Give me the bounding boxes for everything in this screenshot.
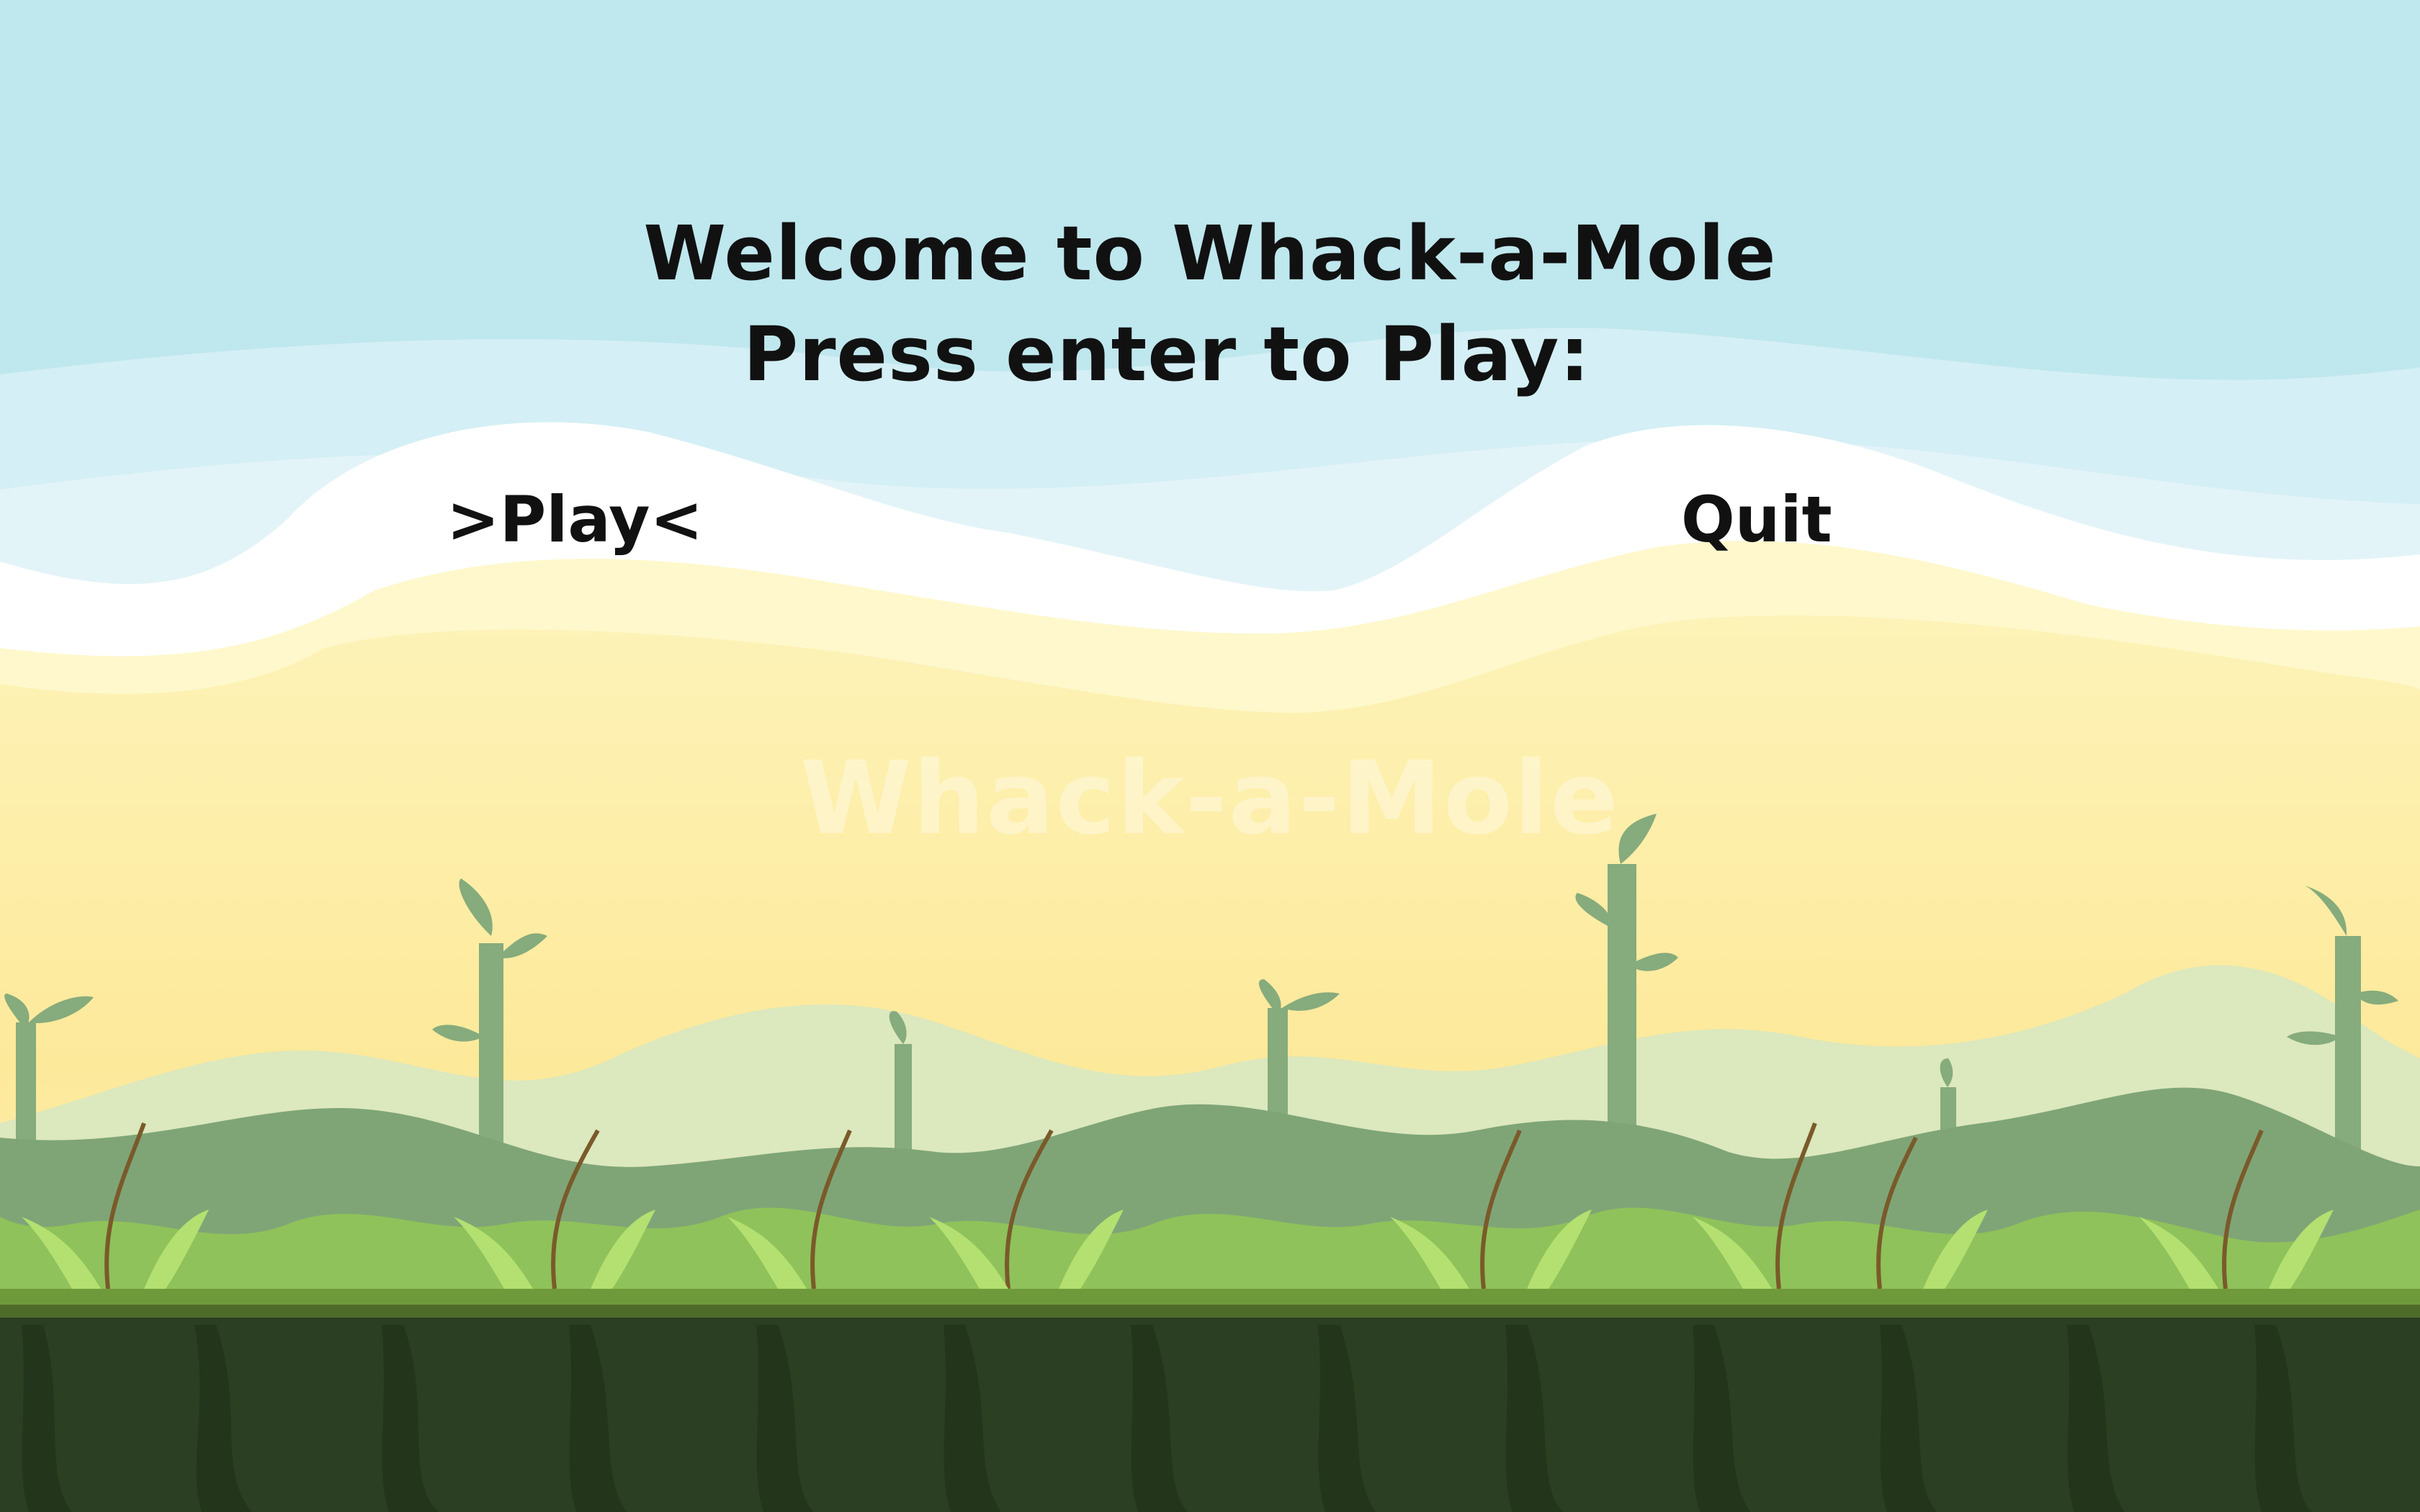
quit-menu-option[interactable]: Quit [1681, 488, 1832, 552]
game-watermark: Whack-a-Mole [800, 740, 1620, 858]
instruction-press-enter: Press enter to Play: [743, 310, 1590, 398]
title-welcome: Welcome to Whack-a-Mole [643, 210, 1777, 297]
grass-rim [0, 1305, 2420, 1319]
game-screen: Welcome to Whack-a-Mole Press enter to P… [0, 0, 2420, 1512]
ground [0, 1318, 2420, 1512]
play-menu-option[interactable]: >Play< [447, 488, 703, 552]
